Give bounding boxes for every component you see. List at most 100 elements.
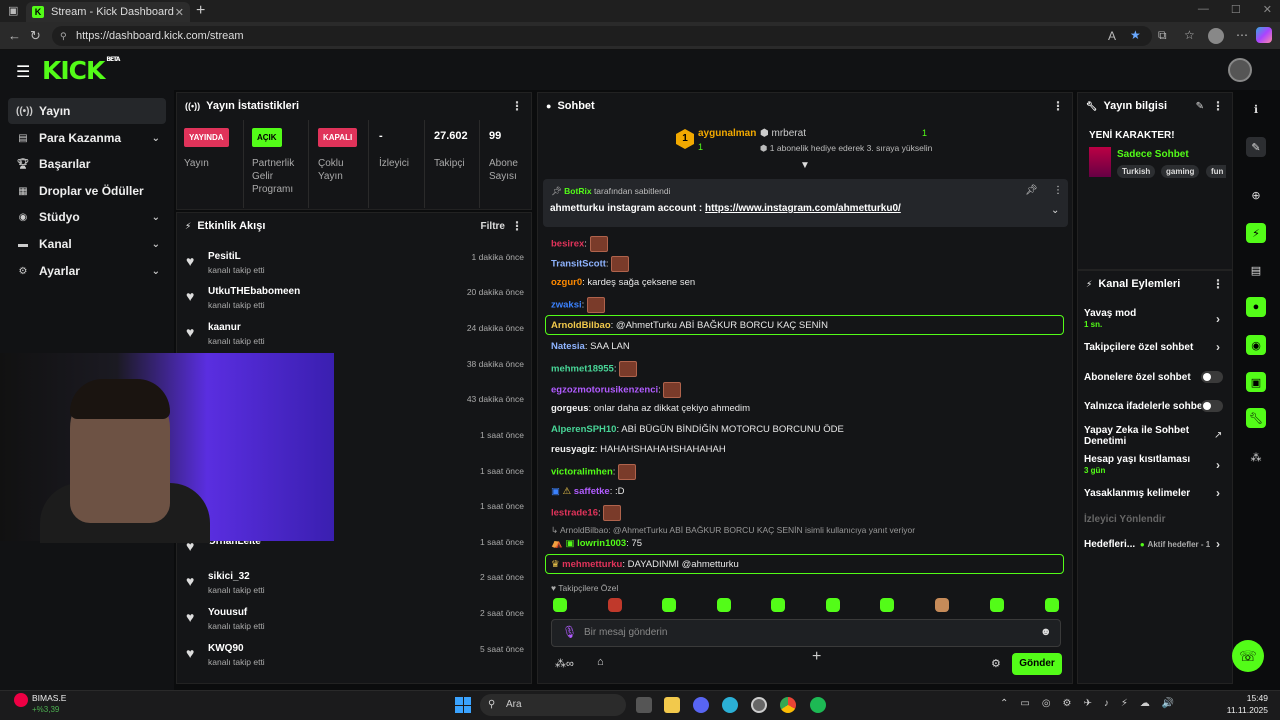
taskbar-search[interactable]: ⚲ Ara [480, 694, 626, 716]
support-chat-icon[interactable]: ☏ [1232, 640, 1264, 672]
tag[interactable]: gaming [1161, 165, 1200, 178]
more-options-icon[interactable]: ⋮ [511, 99, 523, 113]
collapse-icon[interactable]: ▼ [800, 160, 810, 171]
document-icon[interactable]: ▤ [1246, 260, 1266, 280]
wrench-icon[interactable]: 🔧︎ [1246, 408, 1266, 428]
extensions-icon[interactable]: ⧉ [1158, 28, 1167, 43]
apps-icon[interactable]: ⁂ [1246, 447, 1266, 467]
store-icon[interactable]: ⌂ [597, 656, 604, 668]
emote[interactable] [990, 598, 1004, 612]
sidebar-item-kanal[interactable]: ▬ Kanal ⌄ [8, 231, 166, 257]
emote[interactable] [608, 598, 622, 612]
user-avatar[interactable] [1228, 58, 1252, 82]
emoji-icon[interactable]: ☻ [1040, 626, 1052, 638]
emote[interactable] [880, 598, 894, 612]
category-thumbnail[interactable] [1089, 147, 1111, 177]
profile-icon[interactable] [1208, 28, 1224, 44]
edge-icon[interactable] [722, 697, 738, 713]
filter-button[interactable]: Filtre [481, 221, 505, 232]
top-gifter-count: 1 [698, 142, 704, 152]
task-view-icon[interactable] [636, 697, 652, 713]
close-window-icon[interactable]: ✕ [1263, 3, 1272, 16]
category-name[interactable]: Sadece Sohbet [1117, 149, 1189, 160]
tab-actions-icon[interactable]: ▣ [8, 4, 18, 17]
site-info-icon[interactable]: ⚲ [60, 31, 67, 42]
edit-icon[interactable]: ✎ [1246, 137, 1266, 157]
browser-tab[interactable]: K Stream - Kick Dashboard ✕ [26, 2, 190, 22]
minimize-icon[interactable]: — [1198, 3, 1209, 16]
stock-name[interactable]: BIMAS.E [32, 693, 66, 703]
spotify-icon[interactable] [810, 697, 826, 713]
subs-chat-toggle[interactable] [1201, 371, 1223, 383]
windows-start-icon[interactable] [455, 697, 471, 713]
banned-words-row[interactable]: Yasaklanmış kelimeler › [1084, 486, 1226, 500]
info-icon[interactable]: ℹ [1246, 99, 1266, 119]
unpin-icon[interactable]: 📌︎ [1025, 185, 1038, 196]
emote[interactable] [553, 598, 567, 612]
account-age-row[interactable]: Hesap yaşı kısıtlaması 3 gün › [1084, 454, 1226, 476]
reload-icon[interactable]: ↻ [30, 28, 41, 44]
url-bar[interactable]: ⚲ https://dashboard.kick.com/stream [52, 26, 1152, 46]
layout-icon[interactable]: ▣ [1246, 372, 1266, 392]
pinned-link[interactable]: https://www.instagram.com/ahmetturku0/ [705, 203, 901, 214]
sidebar-item-basarilar[interactable]: 🏆︎ Başarılar [8, 151, 166, 177]
microphone-icon[interactable]: 🎙︎ [562, 625, 577, 639]
external-link-icon[interactable]: ↗ [1214, 430, 1222, 441]
lightning-icon[interactable]: ⚡ [1246, 223, 1266, 243]
emote[interactable] [662, 598, 676, 612]
emote[interactable] [1045, 598, 1059, 612]
more-options-icon[interactable]: ⋮ [511, 219, 523, 233]
emote[interactable] [826, 598, 840, 612]
file-explorer-icon[interactable] [664, 697, 680, 713]
more-options-icon[interactable]: ⋮ [1052, 99, 1064, 113]
top-gifter-name[interactable]: aygunalman [698, 128, 756, 139]
viewer-redirect-row[interactable]: İzleyici Yönlendir [1084, 514, 1226, 525]
tag[interactable]: fun [1206, 165, 1226, 178]
obs-icon[interactable] [751, 697, 767, 713]
kick-logo[interactable]: KICK BETA [42, 56, 120, 85]
followers-chat-row[interactable]: Takipçilere özel sohbet › [1084, 340, 1226, 354]
copilot-icon[interactable] [1256, 27, 1272, 43]
emotes-chat-toggle[interactable] [1201, 400, 1223, 412]
broadcast-icon[interactable]: ◉ [1246, 335, 1266, 355]
expand-icon[interactable]: ⌄ [1051, 205, 1059, 216]
slow-mode-row[interactable]: Yavaş mod 1 sn. › [1084, 308, 1226, 330]
system-tray-icons[interactable]: ⌃▭◎⚙✈♪⚡☁🔊 [1000, 698, 1186, 709]
emote[interactable] [717, 598, 731, 612]
favorites-icon[interactable]: ☆ [1184, 28, 1195, 42]
clock-time[interactable]: 15:49 [1246, 693, 1268, 703]
chat-message: lestrade16: [551, 505, 622, 521]
sidebar-item-droplar[interactable]: ▦ Droplar ve Ödüller [8, 178, 166, 204]
more-options-icon[interactable]: ⋮ [1212, 99, 1224, 113]
emote[interactable] [935, 598, 949, 612]
channel-points-icon[interactable]: ⁂∞ [555, 657, 574, 670]
chat-settings-icon[interactable]: ⚙ [991, 657, 1001, 670]
gifter-2[interactable]: ⬢ mrberat [760, 128, 806, 139]
emote[interactable] [771, 598, 785, 612]
back-icon[interactable]: ← [8, 28, 21, 43]
close-tab-icon[interactable]: ✕ [175, 6, 184, 19]
ai-moderation-row[interactable]: Yapay Zeka ile Sohbet Denetimi [1084, 425, 1204, 447]
sidebar-item-studyo[interactable]: ◉ Stüdyo ⌄ [8, 204, 166, 230]
edit-icon[interactable]: ✎ [1196, 101, 1204, 112]
send-button[interactable]: Gönder [1012, 653, 1062, 675]
sidebar-item-yayin[interactable]: ((•)) Yayın [8, 98, 166, 124]
new-tab-icon[interactable]: + [196, 2, 205, 20]
target-icon[interactable]: ⊕ [1246, 185, 1266, 205]
maximize-icon[interactable]: ☐ [1231, 3, 1241, 16]
more-options-icon[interactable]: ⋮ [1212, 277, 1224, 291]
favorite-star-icon[interactable]: ★ [1130, 28, 1141, 42]
stock-widget-icon[interactable] [14, 693, 28, 707]
goals-row[interactable]: Hedefleri... ● Aktif hedefler - 1 › [1084, 537, 1226, 551]
chrome-icon[interactable] [780, 697, 796, 713]
hamburger-menu-icon[interactable]: ☰ [16, 62, 30, 82]
sidebar-item-ayarlar[interactable]: ⚙ Ayarlar ⌄ [8, 258, 166, 284]
chat-bubble-icon[interactable]: ● [1246, 297, 1266, 317]
read-aloud-icon[interactable]: A [1108, 29, 1116, 43]
more-menu-icon[interactable]: ⋯ [1236, 28, 1248, 42]
more-options-icon[interactable]: ⋮ [1053, 185, 1063, 196]
clock-date[interactable]: 11.11.2025 [1226, 705, 1268, 715]
tag[interactable]: Turkish [1117, 165, 1156, 178]
discord-icon[interactable] [693, 697, 709, 713]
sidebar-item-para-kazanma[interactable]: ▤ Para Kazanma ⌄ [8, 125, 166, 151]
